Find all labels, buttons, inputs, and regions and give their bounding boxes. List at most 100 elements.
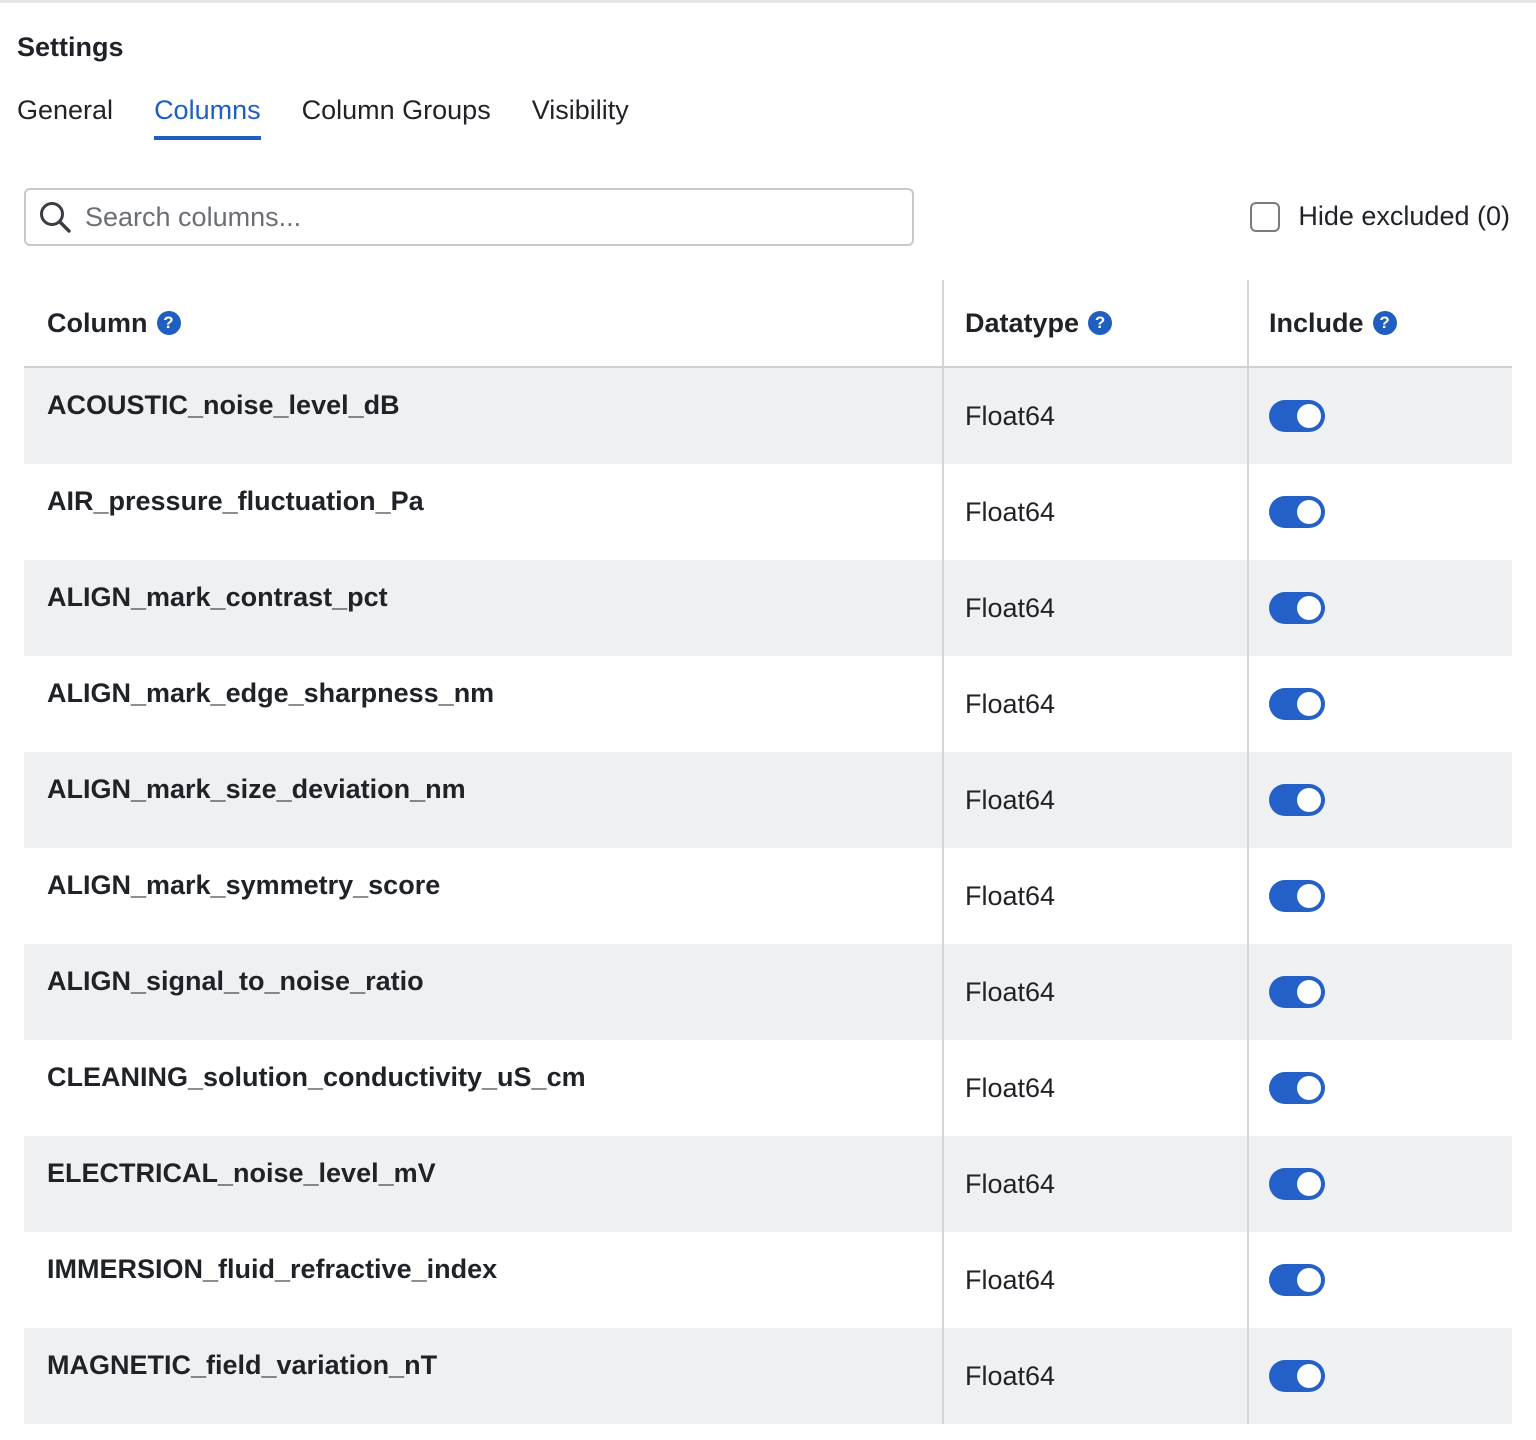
column-name: IMMERSION_fluid_refractive_index [47,1254,498,1284]
column-header: Column ? [24,280,942,366]
search-input[interactable] [85,201,885,233]
datatype-value: Float64 [965,1360,1056,1391]
column-name-cell: AIR_pressure_fluctuation_Pa [24,464,942,560]
include-toggle[interactable] [1269,1168,1325,1200]
include-toggle[interactable] [1269,688,1325,720]
include-header: Include ? [1247,280,1512,366]
include-cell [1247,944,1512,1040]
datatype-value: Float64 [965,1072,1056,1103]
include-cell [1247,1136,1512,1232]
include-toggle[interactable] [1269,880,1325,912]
tab-column-groups[interactable]: Column Groups [302,92,491,140]
column-name: CLEANING_solution_conductivity_uS_cm [47,1062,586,1092]
datatype-cell: Float64 [942,368,1247,464]
datatype-header-label: Datatype [965,307,1080,338]
column-help-icon[interactable]: ? [156,311,181,335]
hide-excluded-checkbox[interactable] [1250,201,1281,232]
table-row: ALIGN_mark_symmetry_score Float64 [24,848,1512,944]
datatype-cell: Float64 [942,656,1247,752]
toggle-knob [1297,500,1321,524]
table-row: ELECTRICAL_noise_level_mV Float64 [24,1136,1512,1232]
column-name: ALIGN_mark_edge_sharpness_nm [47,678,495,708]
column-name-cell: ALIGN_signal_to_noise_ratio [24,944,942,1040]
toggle-knob [1297,884,1321,908]
include-toggle[interactable] [1269,784,1325,816]
search-box[interactable] [24,188,914,246]
table-row: MAGNETIC_field_variation_nT Float64 [24,1328,1512,1424]
datatype-cell: Float64 [942,752,1247,848]
columns-table: Column ? Datatype ? Include ? ACOUSTIC_n… [24,280,1512,1424]
include-toggle[interactable] [1269,976,1325,1008]
include-cell [1247,368,1512,464]
include-cell [1247,1328,1512,1424]
include-toggle[interactable] [1269,400,1325,432]
toggle-knob [1297,596,1321,620]
datatype-value: Float64 [965,880,1056,911]
settings-tabs: General Columns Column Groups Visibility [17,92,670,142]
include-cell [1247,848,1512,944]
include-help-icon[interactable]: ? [1372,311,1397,335]
tab-visibility[interactable]: Visibility [532,92,629,140]
column-name: AIR_pressure_fluctuation_Pa [47,486,424,516]
search-icon [37,199,73,235]
include-cell [1247,1232,1512,1328]
column-name-cell: ALIGN_mark_contrast_pct [24,560,942,656]
datatype-value: Float64 [965,784,1056,815]
column-name-cell: ELECTRICAL_noise_level_mV [24,1136,942,1232]
column-name-cell: ALIGN_mark_edge_sharpness_nm [24,656,942,752]
datatype-header: Datatype ? [942,280,1247,366]
include-toggle[interactable] [1269,1264,1325,1296]
datatype-cell: Float64 [942,1328,1247,1424]
datatype-cell: Float64 [942,1136,1247,1232]
column-name-cell: ALIGN_mark_symmetry_score [24,848,942,944]
hide-excluded-toggle[interactable]: Hide excluded (0) [1250,201,1510,232]
column-name: ALIGN_mark_size_deviation_nm [47,774,466,804]
toggle-knob [1297,1076,1321,1100]
column-name-cell: ACOUSTIC_noise_level_dB [24,368,942,464]
tab-general[interactable]: General [17,92,113,140]
include-cell [1247,464,1512,560]
toggle-knob [1297,1268,1321,1292]
table-row: ALIGN_mark_size_deviation_nm Float64 [24,752,1512,848]
include-cell [1247,752,1512,848]
include-cell [1247,560,1512,656]
include-cell [1247,1040,1512,1136]
column-header-label: Column [47,307,148,338]
column-name-cell: IMMERSION_fluid_refractive_index [24,1232,942,1328]
settings-page: Settings General Columns Column Groups V… [0,0,1536,1440]
include-toggle[interactable] [1269,1072,1325,1104]
table-header-row: Column ? Datatype ? Include ? [24,280,1512,368]
datatype-value: Float64 [965,400,1056,431]
page-title: Settings [17,32,124,62]
datatype-cell: Float64 [942,944,1247,1040]
toggle-knob [1297,404,1321,428]
include-header-label: Include [1269,307,1364,338]
column-name: MAGNETIC_field_variation_nT [47,1350,438,1380]
column-name: ACOUSTIC_noise_level_dB [47,390,400,420]
include-toggle[interactable] [1269,496,1325,528]
toggle-knob [1297,1172,1321,1196]
table-row: CLEANING_solution_conductivity_uS_cm Flo… [24,1040,1512,1136]
hide-excluded-label: Hide excluded (0) [1298,201,1510,231]
table-row: ACOUSTIC_noise_level_dB Float64 [24,368,1512,464]
datatype-cell: Float64 [942,1040,1247,1136]
datatype-value: Float64 [965,688,1056,719]
datatype-help-icon[interactable]: ? [1088,311,1113,335]
include-toggle[interactable] [1269,592,1325,624]
datatype-cell: Float64 [942,848,1247,944]
include-cell [1247,656,1512,752]
toggle-knob [1297,1364,1321,1388]
datatype-cell: Float64 [942,1232,1247,1328]
include-toggle[interactable] [1269,1360,1325,1392]
column-name: ALIGN_mark_symmetry_score [47,870,441,900]
datatype-cell: Float64 [942,560,1247,656]
column-name: ALIGN_signal_to_noise_ratio [47,966,424,996]
datatype-value: Float64 [965,1264,1056,1295]
toggle-knob [1297,980,1321,1004]
column-name: ELECTRICAL_noise_level_mV [47,1158,436,1188]
column-name-cell: MAGNETIC_field_variation_nT [24,1328,942,1424]
tab-columns[interactable]: Columns [154,92,261,140]
toggle-knob [1297,788,1321,812]
table-row: ALIGN_mark_contrast_pct Float64 [24,560,1512,656]
datatype-value: Float64 [965,976,1056,1007]
